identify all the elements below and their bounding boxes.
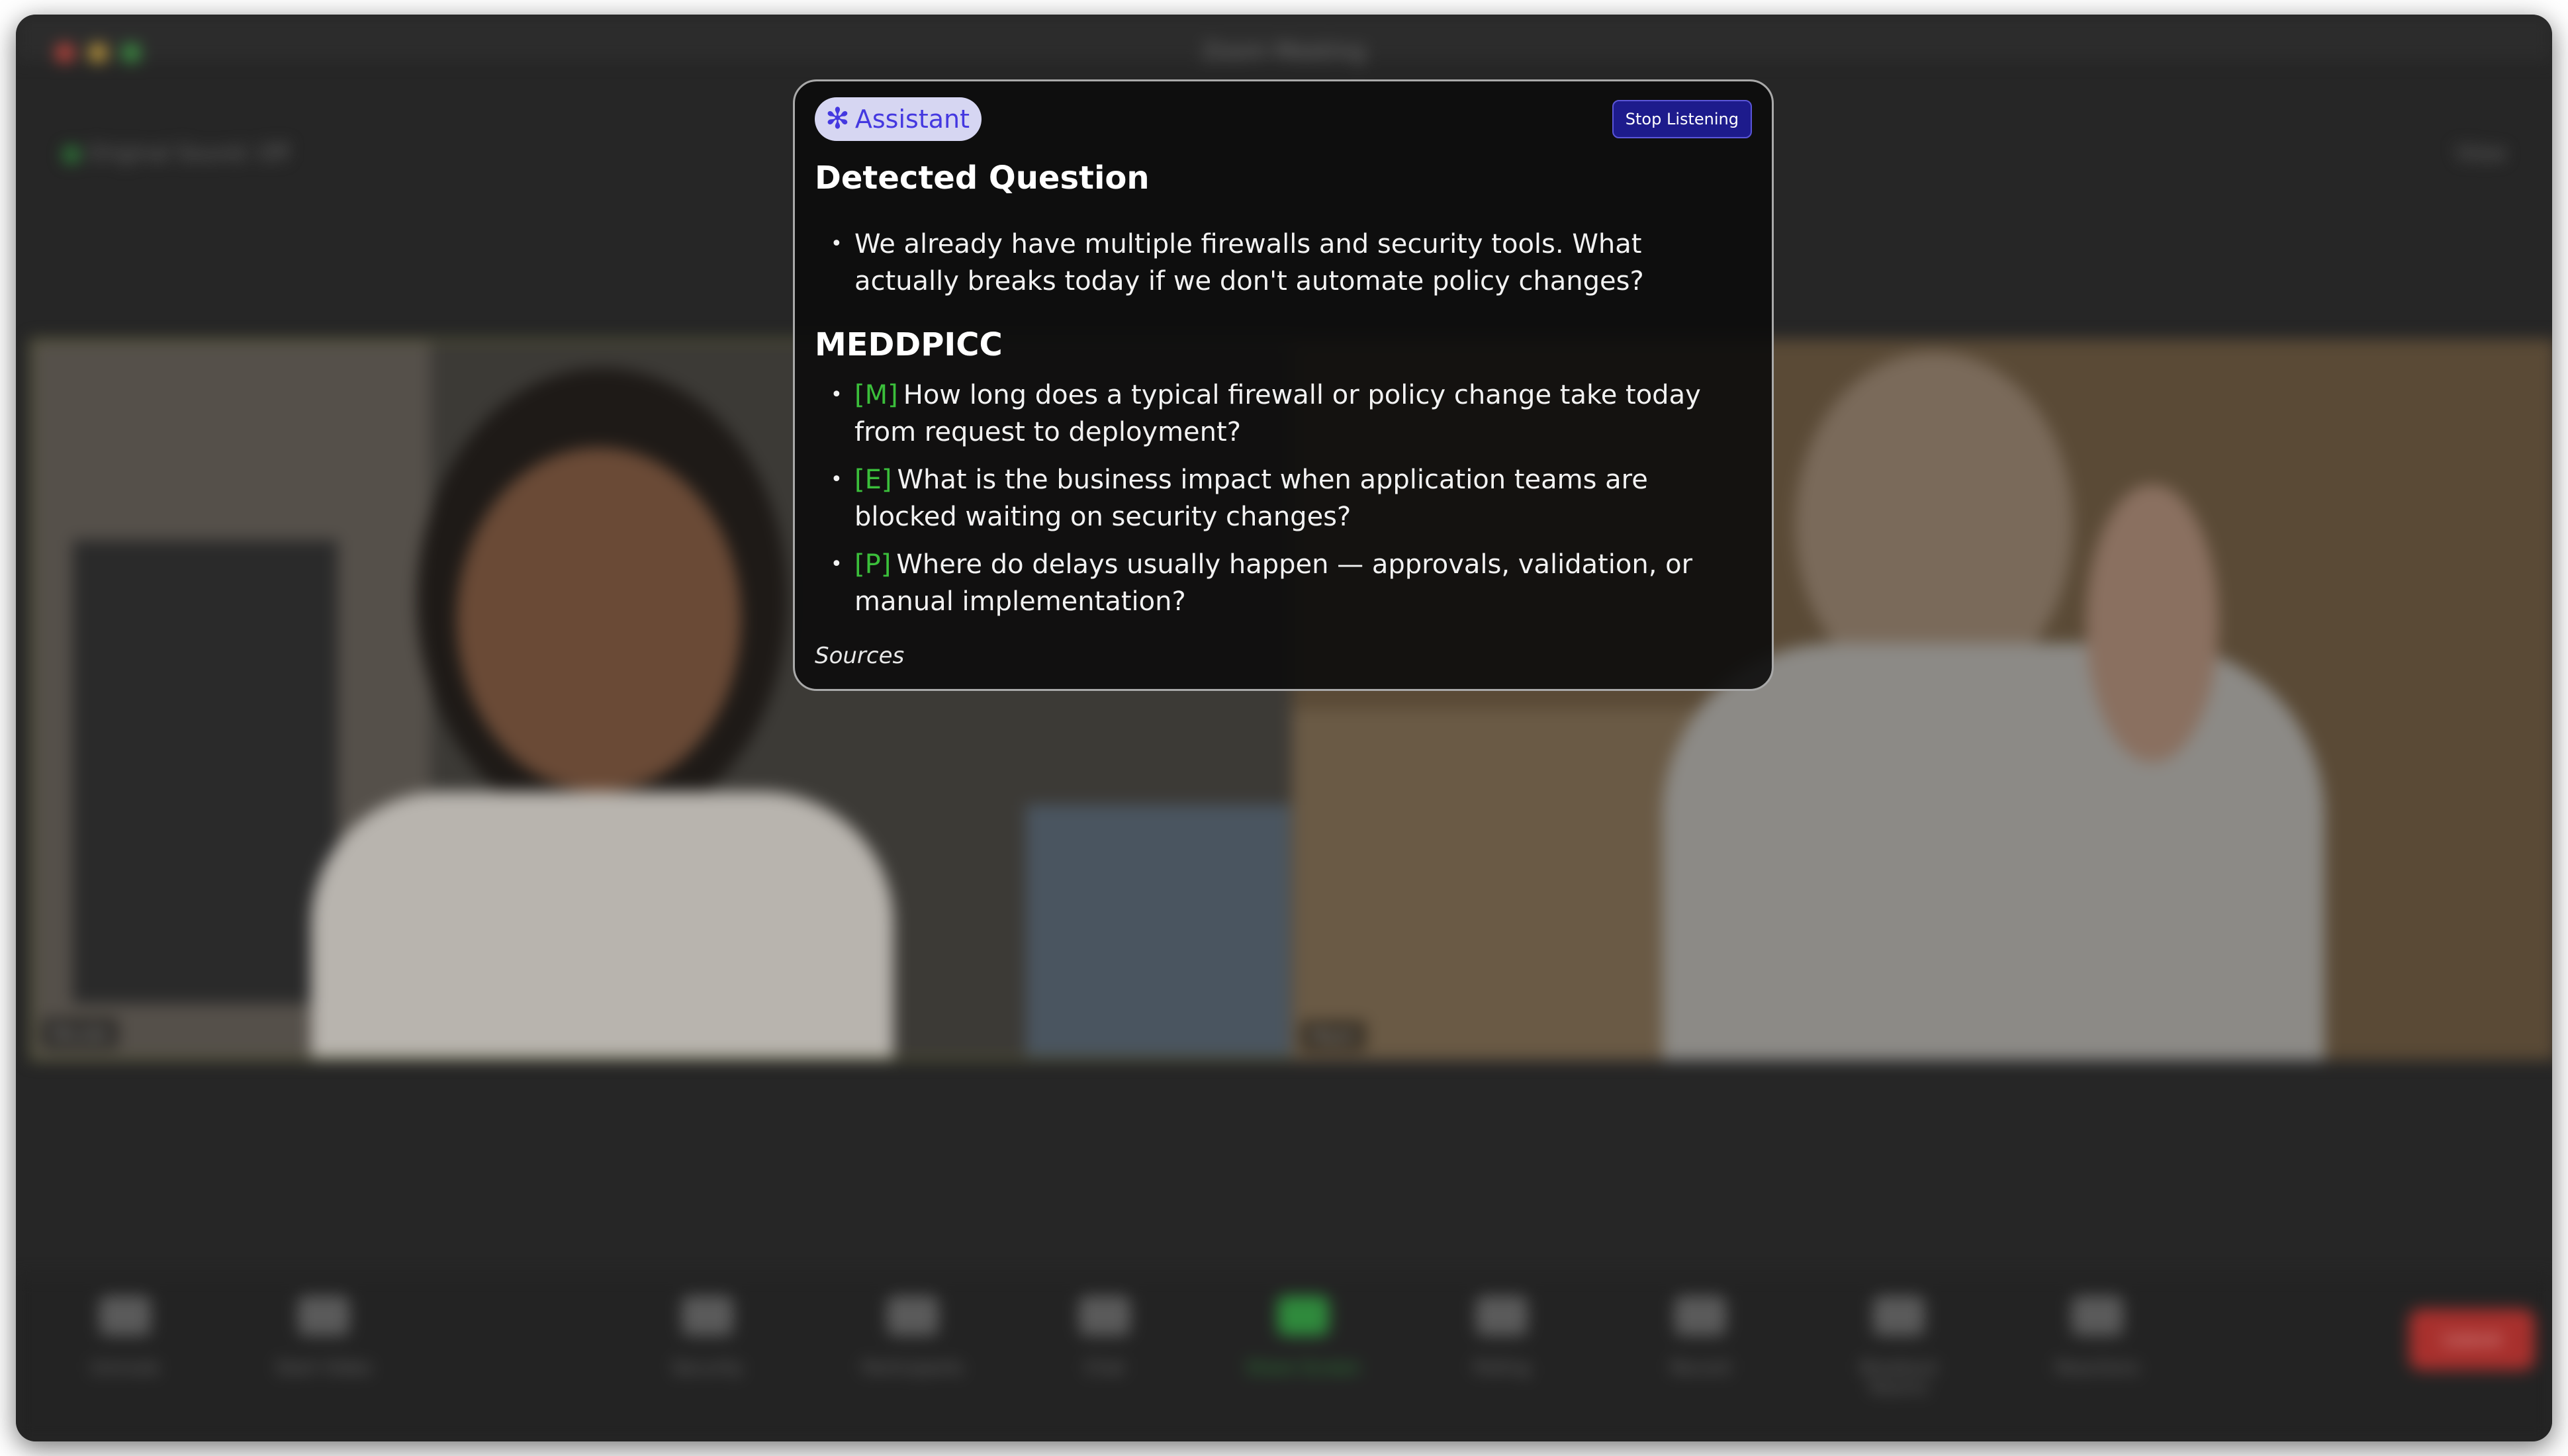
- meeting-toolbar: Unmute Start Video Security Participants…: [16, 1276, 2552, 1441]
- meddpicc-text: How long does a typical firewall or poli…: [854, 380, 1701, 447]
- security-label: Original Sound: Off: [87, 140, 289, 165]
- security-indicator[interactable]: ● Original Sound: Off: [62, 140, 289, 165]
- assistant-badge[interactable]: ✻ Assistant: [815, 97, 982, 141]
- stop-listening-button[interactable]: Stop Listening: [1612, 100, 1752, 138]
- leave-button[interactable]: Leave: [2409, 1309, 2535, 1370]
- grid-icon: [1873, 1296, 1925, 1336]
- sources-link[interactable]: Sources: [815, 643, 904, 669]
- shield-icon: [682, 1296, 733, 1336]
- chart-icon: [1476, 1296, 1528, 1336]
- share-screen-icon: [1277, 1296, 1329, 1336]
- assistant-badge-label: Assistant: [854, 105, 970, 134]
- assistant-panel: ✻ Assistant Stop Listening Detected Ques…: [793, 79, 1774, 691]
- meddpicc-tag: [M]: [854, 380, 898, 410]
- detected-question-heading: Detected Question: [815, 159, 1150, 197]
- meddpicc-tag: [E]: [854, 465, 892, 495]
- title-bar: Zoom Meeting: [16, 15, 2552, 65]
- asterisk-spark-icon: ✻: [825, 102, 850, 136]
- meddpicc-text: Where do delays usually happen — approva…: [854, 549, 1693, 617]
- breakout-rooms-button[interactable]: Breakout Rooms: [1829, 1296, 1968, 1398]
- polling-button[interactable]: Polling: [1432, 1296, 1571, 1378]
- detected-question-list: • We already have multiple firewalls and …: [815, 226, 1745, 310]
- question-text: We already have multiple firewalls and s…: [854, 229, 1644, 296]
- meddpicc-text: What is the business impact when applica…: [854, 465, 1648, 532]
- list-item: • [M] How long does a typical firewall or …: [831, 380, 1701, 447]
- list-item: • [P] Where do delays usually happen — app…: [831, 549, 1693, 617]
- chat-button[interactable]: Chat: [1035, 1296, 1174, 1378]
- microphone-icon: [99, 1296, 151, 1336]
- meddpicc-list: • [M] How long does a typical firewall or …: [815, 377, 1745, 631]
- participant-name: Nicole: [42, 1019, 118, 1048]
- meddpicc-heading: MEDDPICC: [815, 326, 1003, 363]
- participant-name: Mark: [1301, 1021, 1366, 1051]
- people-icon: [887, 1296, 939, 1336]
- start-video-button[interactable]: Start Video: [254, 1296, 393, 1378]
- reactions-button[interactable]: Reactions: [2028, 1296, 2167, 1378]
- record-icon: [1674, 1296, 1726, 1336]
- share-screen-button[interactable]: Share Screen: [1234, 1296, 1373, 1378]
- participants-button[interactable]: Participants: [843, 1296, 982, 1378]
- list-item: • [E] What is the business impact when app…: [831, 465, 1648, 532]
- record-button[interactable]: Record: [1631, 1296, 1770, 1378]
- view-button[interactable]: View: [2455, 140, 2506, 165]
- smiley-icon: [2072, 1296, 2123, 1336]
- security-button[interactable]: Security: [638, 1296, 777, 1378]
- shield-icon: ●: [62, 140, 88, 165]
- window-title: Zoom Meeting: [1203, 38, 1365, 65]
- list-item: • We already have multiple firewalls and …: [831, 229, 1644, 296]
- chat-bubble-icon: [1079, 1296, 1130, 1336]
- unmute-button[interactable]: Unmute: [56, 1296, 195, 1378]
- meddpicc-tag: [P]: [854, 549, 892, 580]
- video-camera-icon: [298, 1296, 349, 1336]
